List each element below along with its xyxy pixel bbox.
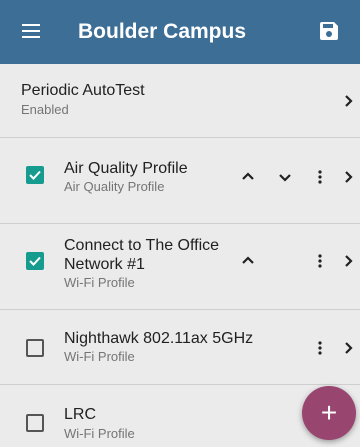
move-up-icon[interactable] bbox=[240, 169, 256, 185]
profile-checkbox[interactable] bbox=[26, 414, 44, 432]
profile-type: Wi-Fi Profile bbox=[64, 349, 135, 364]
periodic-autotest-title: Periodic AutoTest bbox=[21, 82, 145, 99]
periodic-autotest-row[interactable]: Periodic AutoTest Enabled bbox=[0, 64, 360, 138]
move-up-icon[interactable] bbox=[240, 253, 256, 269]
profile-name: Connect to The Office bbox=[64, 237, 220, 254]
add-icon: + bbox=[320, 397, 338, 428]
profile-type: Wi-Fi Profile bbox=[64, 275, 135, 290]
periodic-autotest-status: Enabled bbox=[21, 102, 69, 117]
hamburger-menu-icon[interactable] bbox=[22, 24, 40, 38]
save-icon[interactable] bbox=[320, 22, 338, 40]
page-title: Boulder Campus bbox=[78, 20, 247, 43]
chevron-right-icon[interactable] bbox=[341, 253, 357, 269]
profile-name: Network #1 bbox=[64, 256, 145, 273]
more-options-icon[interactable] bbox=[312, 340, 328, 356]
profile-row[interactable]: Nighthawk 802.11ax 5GHz Wi-Fi Profile bbox=[0, 310, 360, 385]
chevron-right-icon[interactable] bbox=[341, 93, 357, 109]
profile-row[interactable]: Connect to The Office Network #1 Wi-Fi P… bbox=[0, 224, 360, 310]
more-options-icon[interactable] bbox=[312, 253, 328, 269]
profile-checkbox[interactable] bbox=[26, 166, 44, 184]
profile-name: Air Quality Profile bbox=[64, 160, 188, 177]
move-down-icon[interactable] bbox=[277, 169, 293, 185]
profile-name: LRC bbox=[64, 406, 97, 423]
profile-type: Air Quality Profile bbox=[64, 179, 165, 194]
profile-checkbox[interactable] bbox=[26, 252, 44, 270]
profile-row[interactable]: Air Quality Profile Air Quality Profile bbox=[0, 138, 360, 224]
chevron-right-icon[interactable] bbox=[341, 340, 357, 356]
chevron-right-icon[interactable] bbox=[341, 169, 357, 185]
app-bar: Boulder Campus bbox=[0, 0, 360, 64]
profile-checkbox[interactable] bbox=[26, 339, 44, 357]
profile-type: Wi-Fi Profile bbox=[64, 426, 135, 441]
profile-name: Nighthawk 802.11ax 5GHz bbox=[64, 330, 254, 347]
add-profile-button[interactable]: + bbox=[302, 386, 356, 440]
more-options-icon[interactable] bbox=[312, 169, 328, 185]
